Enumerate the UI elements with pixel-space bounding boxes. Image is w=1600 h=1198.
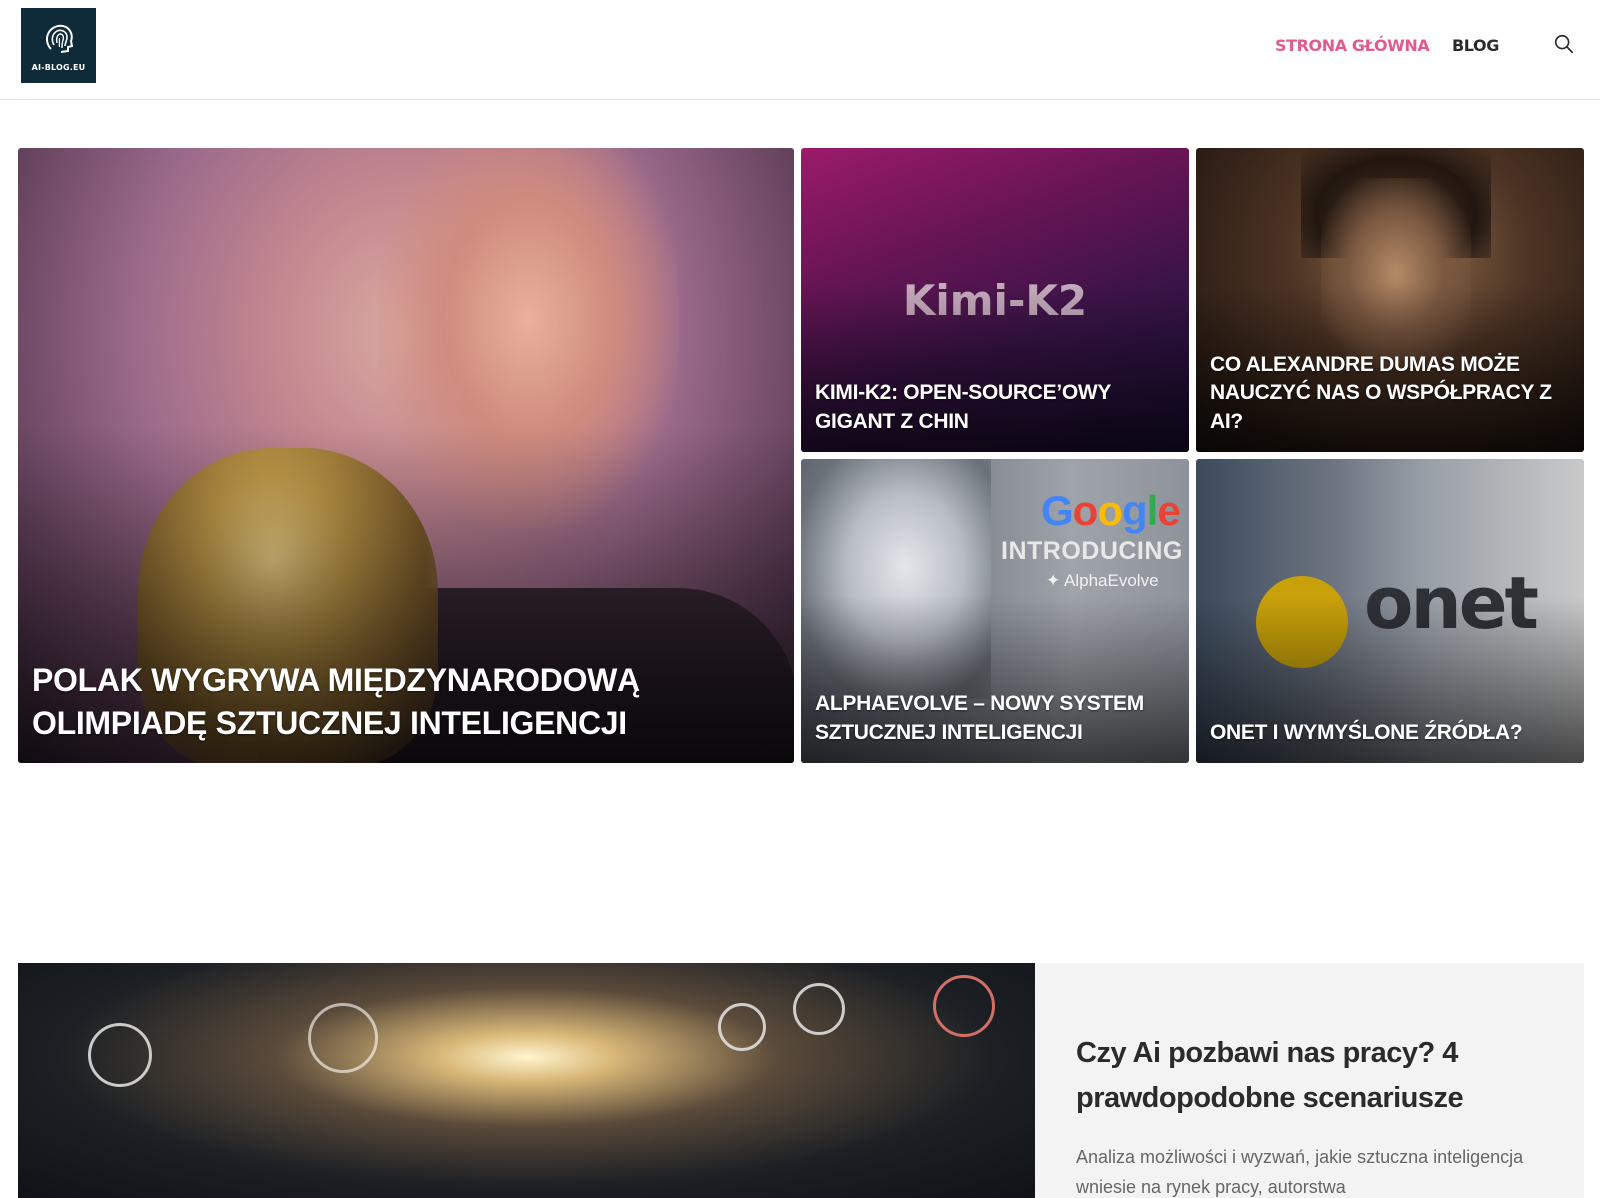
search-button[interactable] (1553, 33, 1577, 57)
featured-post-title[interactable]: POLAK WYGRYWA MIĘDZYNARODOWĄ OLIMPIADĘ S… (32, 659, 780, 745)
featured-post-title[interactable]: KIMI-K2: OPEN-SOURCE’OWY GIGANT Z CHIN (815, 379, 1175, 436)
latest-post-image[interactable] (18, 963, 1035, 1198)
google-logo-text: Google (1041, 487, 1181, 534)
latest-post-block: Czy Ai pozbawi nas pracy? 4 prawdopodobn… (18, 963, 1584, 1198)
featured-post-title[interactable]: CO ALEXANDRE DUMAS MOŻE NAUCZYĆ NAS O WS… (1210, 351, 1570, 436)
featured-post-title[interactable]: ONET I WYMYŚLONE ŹRÓDŁA? (1210, 719, 1570, 747)
person-node-icon (933, 975, 995, 1037)
logo-text: AI-BLOG.EU (31, 63, 86, 72)
featured-post-main[interactable]: POLAK WYGRYWA MIĘDZYNARODOWĄ OLIMPIADĘ S… (18, 148, 794, 763)
latest-post-excerpt: Analiza możliwości i wyzwań, jakie sztuc… (1076, 1147, 1524, 1197)
head-fingerprint-icon (45, 24, 73, 53)
nav-blog-link[interactable]: BLOG (1452, 36, 1499, 55)
featured-post-alphaevolve[interactable]: Google INTRODUCING ✦ AlphaEvolve ALPHAEV… (801, 459, 1189, 763)
latest-post-panel: Czy Ai pozbawi nas pracy? 4 prawdopodobn… (1035, 963, 1584, 1198)
gear-node-icon (88, 1023, 152, 1087)
featured-post-title[interactable]: ALPHAEVOLVE – NOWY SYSTEM SZTUCZNEJ INTE… (815, 690, 1175, 747)
featured-post-kimi[interactable]: Kimi-K2 KIMI-K2: OPEN-SOURCE’OWY GIGANT … (801, 148, 1189, 452)
introducing-text: INTRODUCING (1001, 537, 1183, 565)
nav-home-link[interactable]: STRONA GŁÓWNA (1275, 36, 1430, 55)
featured-post-onet[interactable]: onet ONET I WYMYŚLONE ŹRÓDŁA? (1196, 459, 1584, 763)
network-node-icon (718, 1003, 766, 1051)
star-node-icon (308, 1003, 378, 1073)
latest-post-title[interactable]: Czy Ai pozbawi nas pracy? 4 prawdopodobn… (1076, 1031, 1546, 1121)
search-icon (1554, 34, 1574, 54)
featured-post-dumas[interactable]: CO ALEXANDRE DUMAS MOŻE NAUCZYĆ NAS O WS… (1196, 148, 1584, 452)
alphaevolve-image-text: ✦ AlphaEvolve (1046, 571, 1159, 590)
network-node-icon (793, 983, 845, 1035)
site-header: AI-BLOG.EU STRONA GŁÓWNA BLOG (0, 0, 1600, 100)
site-logo[interactable]: AI-BLOG.EU (21, 8, 96, 83)
